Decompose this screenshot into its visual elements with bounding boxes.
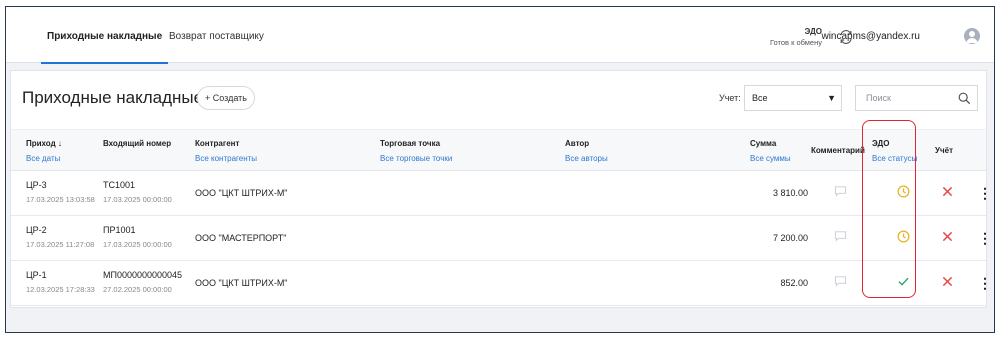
filter-all-trade-points[interactable]: Все торговые точки bbox=[380, 154, 452, 163]
close-icon[interactable] bbox=[942, 276, 953, 287]
table-row[interactable]: ЦР-2 17.03.2025 11:27:08 ПР1001 17.03.20… bbox=[11, 216, 992, 261]
avatar[interactable] bbox=[964, 28, 980, 44]
uchet-selected-value: Все bbox=[752, 93, 768, 103]
filter-all-authors[interactable]: Все авторы bbox=[565, 154, 608, 163]
search-input[interactable] bbox=[866, 90, 956, 106]
edo-title: ЭДО bbox=[804, 27, 822, 36]
page-title: Приходные накладные bbox=[22, 88, 204, 107]
column-header-comment: Комментарий bbox=[811, 146, 865, 155]
invoice-created: 17.03.2025 11:27:08 bbox=[26, 240, 95, 249]
uchet-label: Учет: bbox=[719, 93, 741, 103]
create-button[interactable]: + Создать bbox=[197, 86, 255, 110]
column-header-counterparty: Контрагент bbox=[195, 139, 240, 148]
invoice-id[interactable]: ЦР-1 bbox=[26, 270, 47, 280]
column-header-trade-point: Торговая точка bbox=[380, 139, 441, 148]
tab-incoming-invoices[interactable]: Приходные накладные bbox=[40, 31, 169, 64]
column-header-incoming-number: Входящий номер bbox=[103, 139, 172, 148]
filter-all-sums[interactable]: Все суммы bbox=[750, 154, 791, 163]
invoice-sum: 852.00 bbox=[780, 278, 808, 288]
edo-status-text: Готов к обмену bbox=[769, 38, 822, 47]
counterparty: ООО "ЦКТ ШТРИХ-М" bbox=[195, 278, 288, 288]
column-header-author: Автор bbox=[565, 139, 590, 148]
column-header-edo: ЭДО bbox=[872, 139, 890, 148]
check-icon bbox=[898, 277, 909, 286]
app-window: Приходные накладные Возврат поставщику Э… bbox=[5, 6, 995, 333]
pending-clock-icon bbox=[897, 185, 910, 198]
invoices-card: Приходные накладные + Создать Учет: Все … bbox=[10, 70, 992, 308]
incoming-number: МП0000000000045 bbox=[103, 270, 183, 280]
table-row[interactable]: ЦР-1 12.03.2025 17:28:33 МП0000000000045… bbox=[11, 261, 992, 306]
pending-clock-icon bbox=[897, 230, 910, 243]
invoice-created: 12.03.2025 17:28:33 bbox=[26, 285, 95, 294]
table-header: Приход ↓ Все даты Входящий номер Контраг… bbox=[11, 129, 986, 171]
more-options-icon[interactable]: ⋮ bbox=[978, 186, 992, 200]
user-email[interactable]: wincapms@yandex.ru bbox=[821, 31, 920, 42]
search-box bbox=[855, 85, 978, 111]
invoice-id[interactable]: ЦР-2 bbox=[26, 225, 47, 235]
column-header-accounting: Учёт bbox=[935, 146, 953, 155]
comment-icon[interactable] bbox=[834, 275, 847, 287]
user-icon bbox=[966, 31, 978, 43]
counterparty: ООО "ЦКТ ШТРИХ-М" bbox=[195, 188, 288, 198]
invoice-created: 17.03.2025 13:03:58 bbox=[26, 195, 95, 204]
incoming-date: 27.02.2025 00:00:00 bbox=[103, 285, 172, 294]
incoming-date: 17.03.2025 00:00:00 bbox=[103, 195, 172, 204]
incoming-number: ПР1001 bbox=[103, 225, 136, 235]
filter-all-statuses[interactable]: Все статусы bbox=[872, 154, 917, 163]
more-options-icon[interactable]: ⋮ bbox=[978, 231, 992, 245]
filter-all-counterparties[interactable]: Все контрагенты bbox=[195, 154, 257, 163]
more-options-icon[interactable]: ⋮ bbox=[978, 276, 992, 290]
column-header-sum: Сумма bbox=[750, 139, 777, 148]
incoming-date: 17.03.2025 00:00:00 bbox=[103, 240, 172, 249]
edo-status-block: ЭДО Готов к обмену bbox=[770, 27, 822, 47]
counterparty: ООО "МАСТЕРПОРТ" bbox=[195, 233, 287, 243]
filter-all-dates[interactable]: Все даты bbox=[26, 154, 60, 163]
invoice-sum: 7 200.00 bbox=[772, 233, 808, 243]
top-navigation: Приходные накладные Возврат поставщику Э… bbox=[6, 7, 994, 64]
invoice-id[interactable]: ЦР-3 bbox=[26, 180, 47, 190]
incoming-number: ТС1001 bbox=[103, 180, 136, 190]
uchet-select[interactable]: Все ▼ bbox=[744, 85, 842, 111]
chevron-down-icon: ▼ bbox=[827, 93, 836, 103]
comment-icon[interactable] bbox=[834, 185, 847, 197]
column-header-date[interactable]: Приход ↓ bbox=[26, 139, 62, 148]
comment-icon[interactable] bbox=[834, 230, 847, 242]
close-icon[interactable] bbox=[942, 231, 953, 242]
close-icon[interactable] bbox=[942, 186, 953, 197]
search-icon[interactable] bbox=[958, 92, 971, 105]
invoice-sum: 3 810.00 bbox=[772, 188, 808, 198]
table-row[interactable]: ЦР-3 17.03.2025 13:03:58 ТС1001 17.03.20… bbox=[11, 171, 992, 216]
tab-supplier-return[interactable]: Возврат поставщику bbox=[169, 31, 264, 42]
